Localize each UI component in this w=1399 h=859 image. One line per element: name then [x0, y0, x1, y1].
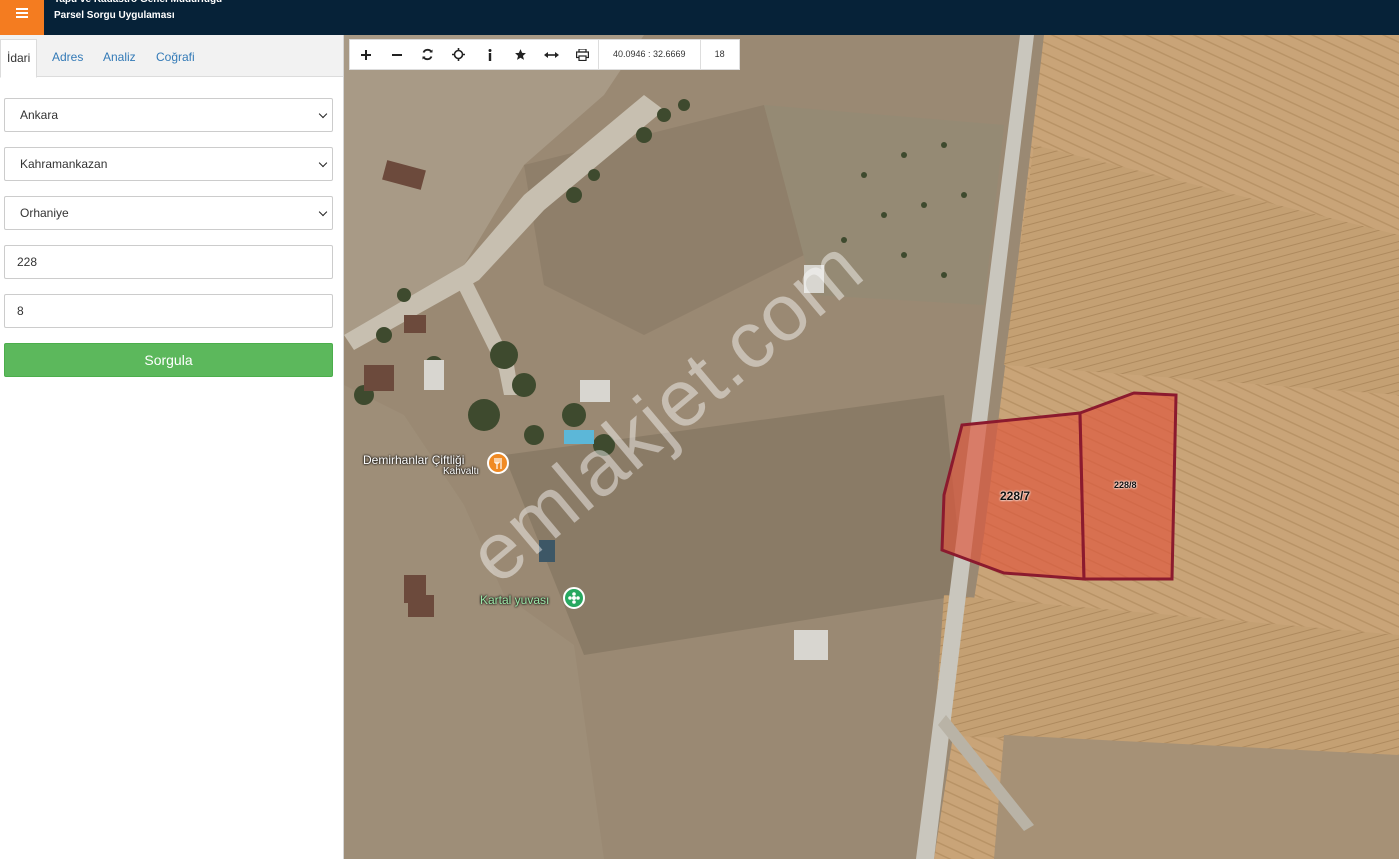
map-toolbar: 40.0946 : 32.6669 18	[349, 39, 740, 70]
tab-adres[interactable]: Adres	[52, 39, 83, 76]
il-select[interactable]: Ankara	[4, 98, 333, 132]
print-icon	[576, 48, 589, 61]
app-title: Tapu ve Kadastro Genel Müdürlüğü Parsel …	[54, 0, 222, 24]
favorite-icon	[515, 49, 526, 60]
tab-analiz[interactable]: Analiz	[103, 39, 136, 76]
measure-icon	[544, 51, 559, 58]
ilce-select[interactable]: Kahramankazan	[4, 147, 333, 181]
info-icon	[488, 48, 491, 61]
ada-input[interactable]: 228	[4, 245, 333, 279]
zoom-out-icon	[391, 53, 402, 56]
measure-button[interactable]	[536, 40, 567, 69]
restaurant-icon[interactable]	[487, 452, 509, 474]
parsel-input[interactable]: 8	[4, 294, 333, 328]
coordinates-readout: 40.0946 : 32.6669	[598, 40, 700, 69]
info-button[interactable]	[474, 40, 505, 69]
parcel-label-228-7: 228/7	[1000, 489, 1031, 503]
zoom-level-readout: 18	[699, 40, 739, 69]
locate-icon	[452, 48, 465, 61]
park-icon[interactable]	[563, 587, 585, 609]
satellite-imagery	[344, 35, 1399, 859]
app-header: Tapu ve Kadastro Genel Müdürlüğü Parsel …	[0, 0, 1399, 35]
mahalle-select[interactable]: Orhaniye	[4, 196, 333, 230]
tab-bar: İdari Adres Analiz Coğrafi	[0, 35, 343, 78]
refresh-icon	[422, 48, 433, 61]
tab-cografi[interactable]: Coğrafi	[156, 39, 195, 76]
sorgula-button[interactable]: Sorgula	[4, 343, 333, 377]
zoom-in-icon	[360, 49, 371, 60]
print-button[interactable]	[567, 40, 598, 69]
poi-demirhanlar-label[interactable]: Demirhanlar Çiftliği	[363, 453, 464, 467]
menu-button[interactable]	[0, 0, 44, 35]
favorite-button[interactable]	[505, 40, 536, 69]
refresh-button[interactable]	[412, 40, 443, 69]
app-title-line2: Parsel Sorgu Uygulaması	[54, 10, 175, 21]
sidebar: İdari Adres Analiz Coğrafi Ankara Kahram…	[0, 35, 344, 859]
locate-button[interactable]	[443, 40, 474, 69]
zoom-in-button[interactable]	[350, 40, 381, 69]
parcel-label-228-8: 228/8	[1114, 480, 1137, 490]
poi-kartal-label[interactable]: Kartal yuvası	[480, 593, 549, 607]
tab-idari[interactable]: İdari	[0, 39, 38, 78]
app-title-line1: Tapu ve Kadastro Genel Müdürlüğü	[54, 0, 222, 8]
zoom-out-button[interactable]	[381, 40, 412, 69]
map-view[interactable]: emlakjet.com Demirhanlar Çiftliği Kahval…	[344, 35, 1399, 859]
poi-demirhanlar-sub: Kahvaltı	[443, 466, 480, 477]
